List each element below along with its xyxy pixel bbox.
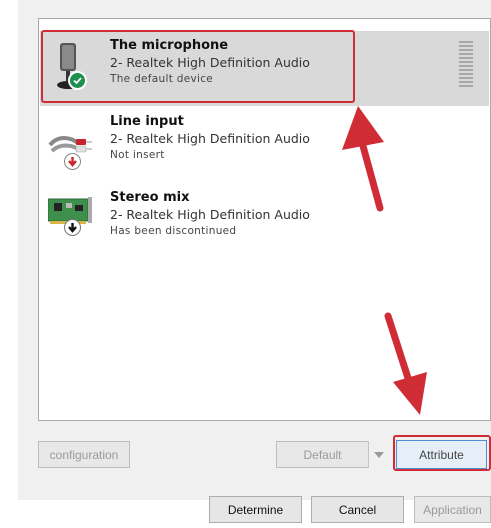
stereo-mix-card-icon [47,191,104,247]
application-button[interactable]: Application [414,496,491,523]
configuration-button[interactable]: configuration [38,441,130,468]
device-status: Not insert [110,149,165,161]
device-item-stereo-mix[interactable]: Stereo mix 2- Realtek High Definition Au… [40,183,489,258]
down-arrow-black-icon [64,219,81,236]
device-driver: 2- Realtek High Definition Audio [110,131,310,146]
level-meter-icon [459,41,473,89]
line-input-cable-icon [48,115,104,171]
device-name: Stereo mix [110,190,190,205]
chevron-down-icon[interactable] [369,441,389,468]
device-driver: 2- Realtek High Definition Audio [110,207,310,222]
down-arrow-red-icon [64,153,81,170]
cancel-button[interactable]: Cancel [311,496,404,523]
highlight-box-microphone [41,30,355,103]
determine-button[interactable]: Determine [209,496,302,523]
highlight-box-attribute [393,435,491,471]
device-name: Line input [110,114,184,129]
default-button[interactable]: Default [276,441,369,468]
device-item-line-input[interactable]: Line input 2- Realtek High Definition Au… [40,107,489,182]
device-status: Has been discontinued [110,225,237,237]
